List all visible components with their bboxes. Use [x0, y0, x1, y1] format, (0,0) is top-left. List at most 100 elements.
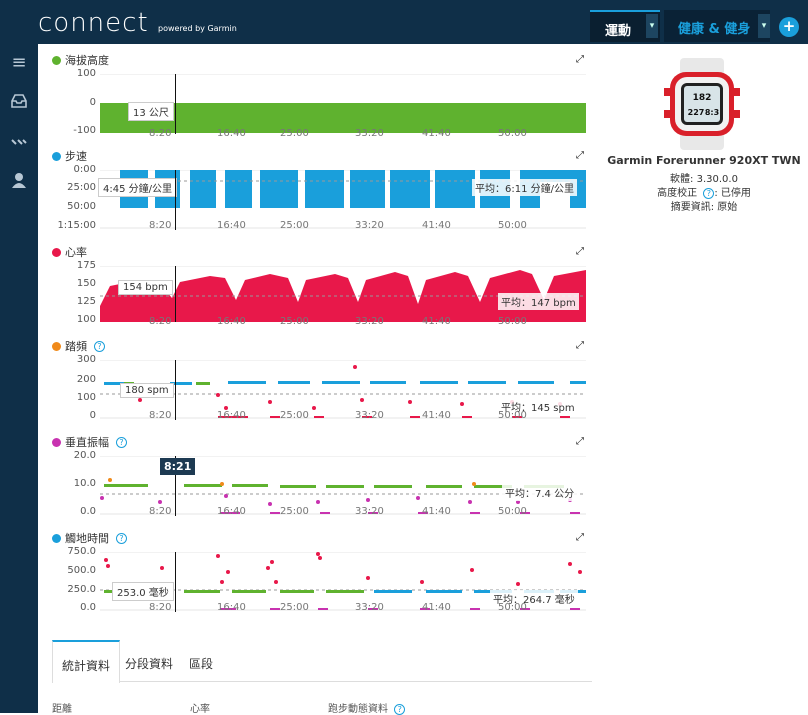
x-tick: 16:40 [217, 506, 246, 517]
x-tick: 41:40 [422, 410, 451, 421]
expand-icon[interactable]: ⤢ [576, 436, 584, 447]
x-tick: 50:00 [498, 316, 527, 327]
activities-dropdown-icon[interactable]: ▾ [646, 14, 658, 38]
cadence-points [104, 381, 586, 385]
expand-icon[interactable]: ⤢ [576, 340, 584, 351]
x-tick: 16:40 [217, 602, 246, 613]
expand-icon[interactable]: ⤢ [576, 54, 584, 65]
y-tick: 150 [76, 278, 96, 289]
x-tick: 50:00 [498, 602, 527, 613]
x-tick: 25:00 [280, 128, 309, 139]
help-icon[interactable]: ? [94, 340, 105, 352]
x-tick: 50:00 [498, 220, 527, 231]
y-tick: 0.0 [80, 602, 96, 613]
y-tick: 0 [89, 97, 96, 108]
x-tick: 41:40 [422, 506, 451, 517]
y-tick: 0:00 [73, 164, 96, 175]
tab-segments[interactable]: 區段 [189, 640, 213, 682]
chart-title: 海拔高度 [52, 52, 109, 68]
sidebar: ≡ [0, 44, 38, 713]
y-tick: 100 [76, 392, 96, 403]
x-tick: 25:00 [280, 506, 309, 517]
y-tick: 10.0 [73, 478, 96, 489]
cadence-flag: 180 spm [120, 383, 174, 398]
elevation-chart: 海拔高度 ⤢ 100 0 -100 13 公尺 [38, 52, 594, 140]
svg-text:8:3: 8:3 [705, 108, 719, 117]
heart-rate-average: 平均：147 bpm [498, 293, 579, 310]
chart-title: 觸地時間? [52, 530, 127, 546]
cursor-line [175, 360, 176, 420]
vertical-osc-average: 平均：7.4 公分 [502, 484, 578, 501]
x-tick: 33:20 [355, 506, 384, 517]
help-icon[interactable]: ? [394, 704, 406, 715]
device-panel: 182 227 8:3 Garmin Forerunner 920XT TWN … [600, 44, 808, 244]
add-button[interactable]: + [779, 17, 799, 37]
x-tick: 25:00 [280, 410, 309, 421]
device-firmware: 軟體: 3.30.0.0 [670, 174, 738, 185]
legend-dot [52, 151, 61, 161]
x-tick: 50:00 [498, 506, 527, 517]
y-tick: 175 [76, 260, 96, 271]
y-tick: 300 [76, 354, 96, 365]
y-tick: 100 [76, 68, 96, 79]
x-tick: 16:40 [217, 316, 246, 327]
tab-statistics[interactable]: 統計資料 [52, 640, 121, 683]
tab-laps[interactable]: 分段資料 [125, 640, 173, 682]
bottom-tabs: 統計資料 分段資料 區段 [52, 640, 592, 683]
connect-logo[interactable]: connect [38, 8, 149, 38]
y-tick: 750.0 [67, 546, 96, 557]
cursor-line [175, 170, 176, 230]
svg-text:182: 182 [693, 93, 712, 103]
svg-text:227: 227 [688, 108, 705, 117]
legend-dot [52, 55, 61, 65]
x-tick: 33:20 [355, 410, 384, 421]
y-tick: 20.0 [73, 450, 96, 461]
menu-icon[interactable]: ≡ [9, 52, 29, 73]
health-dropdown-icon[interactable]: ▾ [758, 14, 770, 38]
chart-title: 步速 [52, 148, 87, 164]
summary-info: 摘要資訊: 原始 [670, 202, 738, 213]
y-tick: 250.0 [67, 584, 96, 595]
expand-icon[interactable]: ⤢ [576, 150, 584, 161]
heart-rate-chart: 心率 ⤢ 175 150 125 100 154 bpm 平均：147 bpm [38, 244, 594, 326]
x-tick: 8:20 [149, 128, 172, 139]
device-name: Garmin Forerunner 920XT TWN [607, 154, 801, 167]
tab-health-fitness[interactable]: 健康 & 健身 [664, 10, 770, 42]
pace-flag: 4:45 分鐘/公里 [98, 178, 178, 197]
x-tick: 33:20 [355, 220, 384, 231]
expand-icon[interactable]: ⤢ [576, 532, 584, 543]
chart-title: 心率 [52, 244, 87, 260]
legend-dot [52, 247, 61, 257]
y-tick: 100 [76, 314, 96, 325]
x-tick: 50:00 [498, 410, 527, 421]
x-tick: 8:20 [149, 316, 172, 327]
top-navigation-bar: connect powered by Garmin 運動 ▾ 健康 & 健身 ▾… [0, 0, 808, 44]
cursor-line [175, 266, 176, 322]
x-tick: 16:40 [217, 410, 246, 421]
x-tick: 25:00 [280, 602, 309, 613]
x-tick: 8:20 [149, 410, 172, 421]
help-icon[interactable]: ? [116, 436, 127, 448]
x-tick: 41:40 [422, 602, 451, 613]
elevation-flag: 13 公尺 [128, 102, 174, 121]
segments-icon[interactable] [9, 136, 29, 154]
help-icon[interactable]: ? [116, 532, 127, 544]
altitude-calibration: 高度校正 ?: 已停用 [657, 188, 751, 199]
cursor-line [175, 74, 176, 134]
logo-subtitle: powered by Garmin [158, 24, 237, 33]
cursor-line [175, 552, 176, 612]
expand-icon[interactable]: ⤢ [576, 246, 584, 257]
inbox-icon[interactable] [9, 94, 29, 112]
x-tick: 41:40 [422, 128, 451, 139]
legend-dot [52, 341, 61, 351]
x-tick: 41:40 [422, 220, 451, 231]
time-tooltip: 8:21 [160, 458, 196, 475]
x-tick: 8:20 [149, 220, 172, 231]
x-tick: 41:40 [422, 316, 451, 327]
y-tick: 500.0 [67, 565, 96, 576]
heart-rate-flag: 154 bpm [118, 280, 173, 295]
y-tick: 1:15:00 [57, 220, 96, 231]
user-icon[interactable] [9, 172, 29, 190]
x-tick: 25:00 [280, 316, 309, 327]
x-tick: 16:40 [217, 128, 246, 139]
